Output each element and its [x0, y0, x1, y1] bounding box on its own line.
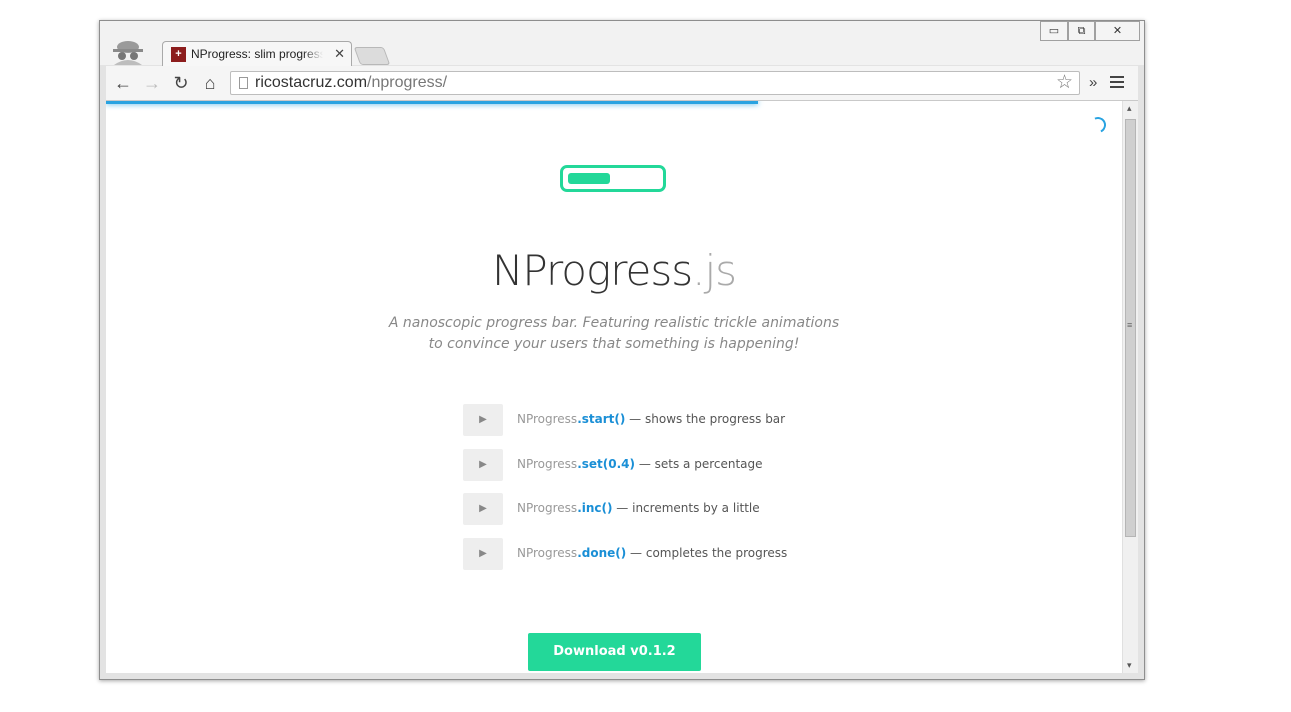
demo-row-set: ▶ NProgress.set(0.4) — sets a percentage: [463, 449, 883, 481]
play-set-button[interactable]: ▶: [463, 449, 503, 481]
address-bar[interactable]: ricostacruz.com/nprogress/ ☆: [230, 71, 1080, 95]
demo-object: NProgress: [517, 501, 578, 515]
home-button[interactable]: ⌂: [199, 72, 221, 94]
download-button[interactable]: Download v0.1.2: [528, 633, 701, 671]
back-button[interactable]: ←: [112, 72, 134, 94]
vertical-scrollbar[interactable]: ▴ ≡ ▾: [1122, 101, 1138, 673]
browser-window: + NProgress: slim progress bars ✕ ▭ ⧉ ✕ …: [99, 20, 1145, 680]
page-icon: [239, 77, 248, 89]
minimize-button[interactable]: ▭: [1040, 21, 1068, 41]
title-main: NProgress: [491, 246, 693, 295]
demo-method: .start(): [577, 412, 626, 426]
tab-title: NProgress: slim progress bars: [191, 47, 323, 61]
active-tab[interactable]: + NProgress: slim progress bars ✕: [162, 41, 352, 68]
tagline-line-1: A nanoscopic progress bar. Featuring rea…: [388, 315, 840, 331]
bookmark-star-icon[interactable]: ☆: [1056, 72, 1073, 94]
page-title: NProgress.js: [106, 246, 1122, 295]
browser-toolbar: ← → ↻ ⌂ ricostacruz.com/nprogress/ ☆ »: [106, 66, 1138, 101]
demo-object: NProgress: [517, 546, 578, 560]
demo-method: .inc(): [577, 501, 613, 515]
demo-object: NProgress: [517, 412, 578, 426]
new-tab-button[interactable]: [353, 47, 391, 65]
demo-object: NProgress: [517, 457, 578, 471]
favicon-icon: +: [171, 47, 186, 62]
close-window-button[interactable]: ✕: [1095, 21, 1140, 41]
forward-button[interactable]: →: [141, 72, 163, 94]
logo-progress-fill: [568, 173, 610, 184]
demo-description: — sets a percentage: [635, 457, 763, 471]
nprogress-spinner-icon: [1087, 114, 1109, 136]
tagline: A nanoscopic progress bar. Featuring rea…: [106, 313, 1122, 355]
thumb-grip-icon: ≡: [1127, 320, 1133, 330]
url-domain: ricostacruz.com: [255, 74, 368, 91]
extensions-chevron-icon[interactable]: »: [1089, 72, 1097, 94]
tab-close-icon[interactable]: ✕: [334, 46, 345, 62]
demo-description: — increments by a little: [612, 501, 760, 515]
demo-method: .set(0.4): [577, 457, 635, 471]
play-start-button[interactable]: ▶: [463, 404, 503, 436]
demo-row-inc: ▶ NProgress.inc() — increments by a litt…: [463, 493, 883, 525]
scrollbar-thumb[interactable]: ≡: [1125, 119, 1136, 537]
page-viewport: NProgress.js A nanoscopic progress bar. …: [106, 101, 1122, 673]
title-bar: + NProgress: slim progress bars ✕ ▭ ⧉ ✕: [100, 21, 1144, 68]
play-done-button[interactable]: ▶: [463, 538, 503, 570]
demo-done-text: NProgress.done() — completes the progres…: [517, 546, 787, 560]
restore-button[interactable]: ⧉: [1068, 21, 1095, 41]
menu-icon[interactable]: [1110, 76, 1124, 91]
title-ext: .js: [692, 246, 737, 295]
demo-set-text: NProgress.set(0.4) — sets a percentage: [517, 457, 763, 471]
nprogress-bar: [106, 101, 758, 104]
incognito-icon: [113, 41, 143, 65]
reload-button[interactable]: ↻: [170, 72, 192, 94]
demo-row-done: ▶ NProgress.done() — completes the progr…: [463, 538, 883, 570]
logo-progress-icon: [560, 165, 666, 192]
tagline-line-2: to convince your users that something is…: [428, 336, 800, 352]
demo-method: .done(): [577, 546, 627, 560]
demo-row-start: ▶ NProgress.start() — shows the progress…: [463, 404, 883, 436]
scroll-up-arrow-icon[interactable]: ▴: [1127, 103, 1132, 114]
demo-inc-text: NProgress.inc() — increments by a little: [517, 501, 760, 515]
demo-start-text: NProgress.start() — shows the progress b…: [517, 412, 785, 426]
url-text[interactable]: ricostacruz.com/nprogress/: [255, 74, 447, 92]
demo-description: — completes the progress: [626, 546, 788, 560]
scroll-down-arrow-icon[interactable]: ▾: [1127, 660, 1132, 671]
demo-description: — shows the progress bar: [625, 412, 786, 426]
play-inc-button[interactable]: ▶: [463, 493, 503, 525]
url-path: /nprogress/: [367, 74, 448, 91]
